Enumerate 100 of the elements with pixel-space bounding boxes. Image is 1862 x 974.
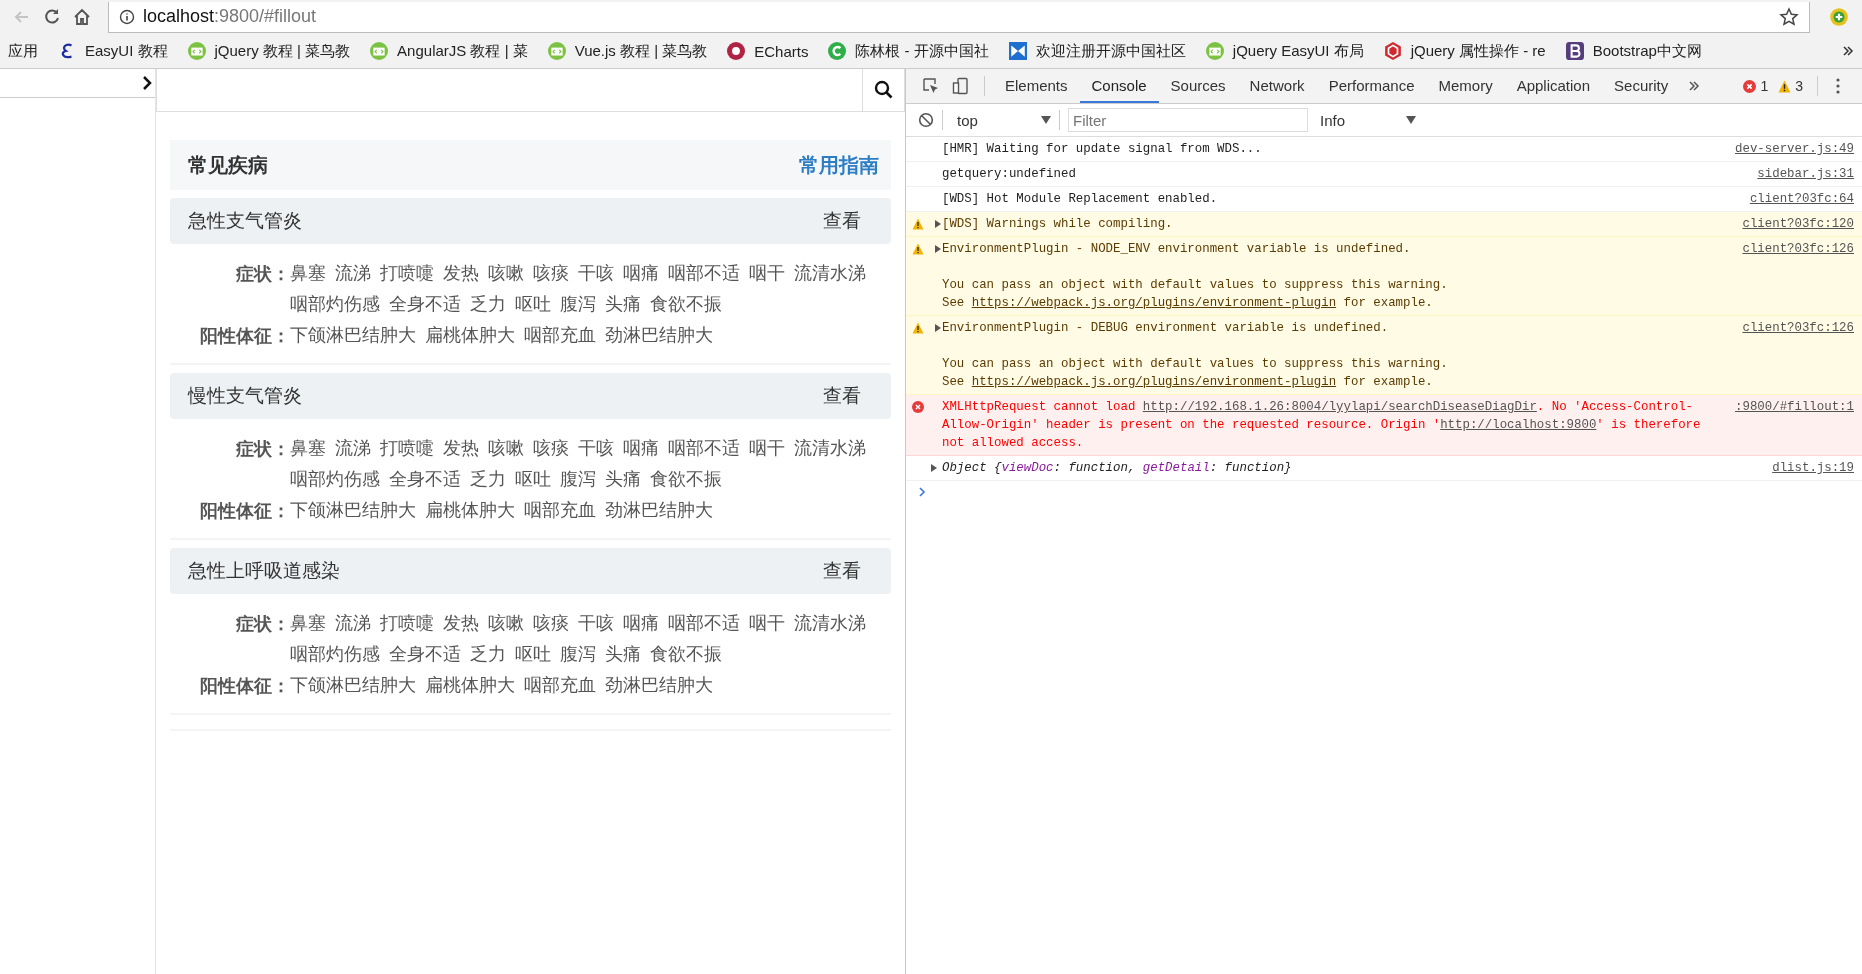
message-text: Object {viewDoc: function, getDetail: function} [942,460,1293,477]
source-link[interactable]: :9800/#fillout:1 [1735,398,1854,452]
info-icon [119,8,135,25]
source-link[interactable]: client?03fc:126 [1742,240,1854,312]
bookmark[interactable]: Vue.js 教程 | 菜鸟教 [547,41,708,61]
view-link[interactable]: 查看 [823,383,861,409]
source-link[interactable]: sidebar.js:31 [1757,165,1854,183]
message-text: You can pass an object with default values to suppress this warning. [942,277,1449,294]
source-link[interactable]: client?03fc:126 [1742,319,1854,391]
inspect-icon[interactable] [922,77,940,95]
devtools-tab[interactable]: Elements [993,69,1080,103]
source-link[interactable]: client?03fc:120 [1742,215,1854,233]
more-tabs-icon[interactable] [1688,80,1701,92]
symptom-tag: 咽痛 [623,608,659,639]
disease-row[interactable]: 急性支气管炎 查看 [170,198,891,244]
level-select[interactable]: Info [1320,111,1416,129]
source-link[interactable]: dlist.js:19 [1772,459,1854,477]
prompt-chevron-icon[interactable] [918,487,926,497]
signs-label: 阳性体征： [199,499,290,523]
filter-field[interactable]: Filter [1068,108,1308,132]
view-link[interactable]: 查看 [823,208,861,234]
warning-count: 3 [1795,78,1803,94]
message-text: XMLHttpRequest cannot load http://192.168.1.26:8004/lyylapi/searchDiseaseDiagDir. No 'Access-Control-Allow-Origin' header is present on the requested resource. Origin 'http://localhost:9800' is therefore not allowed access. [942,399,1702,452]
expand-triangle-icon[interactable] [930,464,938,472]
devtools-tab[interactable]: Application [1504,69,1603,103]
bookmark[interactable]: jQuery 属性操作 - re [1383,41,1546,61]
symptom-tag: 咳痰 [533,608,569,639]
chevron-right-icon[interactable] [141,76,153,90]
symptoms-label: 症状： [235,262,290,286]
symptom-tag: 咽干 [749,258,785,289]
extension-icon[interactable] [1828,6,1850,28]
symptom-tag: 食欲不振 [650,639,722,670]
source-link[interactable]: dev-server.js:49 [1735,140,1854,158]
devtools-tab[interactable]: Memory [1426,69,1505,103]
bookmark[interactable]: jQuery 教程 | 菜鸟教 [187,41,351,61]
expand-triangle-icon[interactable] [934,324,942,332]
reload-icon[interactable] [42,7,62,27]
search-icon [873,80,894,100]
home-icon[interactable] [72,7,92,27]
message-text: EnvironmentPlugin - NODE_ENV environment variable is undefined. [942,241,1412,258]
symptom-tag: 鼻塞 [290,608,326,639]
warning-icon [912,322,924,334]
sign-tag: 扁桃体肿大 [425,670,515,701]
symptom-tag: 全身不适 [389,464,461,495]
bookmark[interactable]: EasyUI 教程 [58,41,168,61]
symptom-tag: 咽部不适 [668,608,740,639]
disease-row[interactable]: 急性上呼吸道感染 查看 [170,548,891,594]
bookmark[interactable]: 欢迎注册开源中国社区 [1008,41,1186,61]
signs-label: 阳性体征： [199,324,290,348]
message-link[interactable]: http://192.168.1.26:8004/lyylapi/searchDiseaseDiagDir [1142,400,1537,414]
symptom-tag: 咳嗽 [488,258,524,289]
sign-tag: 劲淋巴结肿大 [605,495,713,526]
symptom-tag: 咽部灼伤感 [290,464,380,495]
bookmark[interactable]: Bootstrap中文网 [1565,41,1702,61]
dropdown-caret-icon [1406,116,1416,124]
expand-triangle-icon[interactable] [934,245,942,253]
expand-triangle-icon[interactable] [934,220,942,228]
devtools-tab[interactable]: Console [1079,69,1159,103]
error-count: 1 [1760,78,1769,94]
sign-tag: 下颌淋巴结肿大 [290,495,416,526]
symptom-tag: 呕吐 [515,289,551,320]
symptom-tag: 乏力 [470,464,506,495]
symptom-tag: 咽干 [749,433,785,464]
more-bookmarks-icon[interactable] [1842,45,1854,57]
message-link[interactable]: http://localhost:9800 [1440,418,1597,432]
symptom-tag: 流涕 [335,433,371,464]
address-bar[interactable]: localhost:9800/#fillout [108,1,1810,33]
devtools-tab[interactable]: Security [1602,69,1681,103]
error-icon [1743,79,1757,93]
source-link[interactable]: client?03fc:64 [1749,190,1854,208]
device-icon[interactable] [952,77,970,95]
devtools-tab[interactable]: Network [1237,69,1317,103]
dropdown-caret-icon [1041,116,1051,124]
message-text: See https://webpack.js.org/plugins/environment-plugin for example. [942,295,1434,312]
sign-tag: 下颌淋巴结肿大 [290,320,416,351]
message-link[interactable]: https://webpack.js.org/plugins/environment-plugin [971,296,1337,310]
symptom-tag: 鼻塞 [290,433,326,464]
symptom-tag: 头痛 [605,464,641,495]
star-icon[interactable] [1779,6,1799,27]
devtools-tab[interactable]: Sources [1158,69,1238,103]
context-select[interactable]: top [951,111,1051,129]
view-link[interactable]: 查看 [823,558,861,584]
bookmark[interactable]: ECharts [727,42,809,60]
ring-icon [727,42,746,60]
bookmark[interactable]: 陈林根 - 开源中国社 [828,41,989,61]
message-text: [WDS] Warnings while compiling. [942,216,1174,233]
symptom-tag: 流清水涕 [794,258,866,289]
symptom-tag: 咳嗽 [488,608,524,639]
sign-tag: 咽部充血 [524,670,596,701]
bookmark[interactable]: jQuery EasyUI 布局 [1205,41,1364,61]
bookmark[interactable]: 应用 [8,41,38,61]
guide-link[interactable]: 常用指南 [799,151,879,179]
disease-row[interactable]: 慢性支气管炎 查看 [170,373,891,419]
devtools-tab[interactable]: Performance [1316,69,1427,103]
kebab-menu-icon[interactable] [1836,78,1840,94]
message-link[interactable]: https://webpack.js.org/plugins/environment-plugin [971,375,1337,389]
disease-name: 急性支气管炎 [188,208,302,233]
cube-icon [1383,42,1402,60]
bookmark[interactable]: AngularJS 教程 | 菜 [370,41,528,61]
clear-console-icon[interactable] [918,112,934,128]
